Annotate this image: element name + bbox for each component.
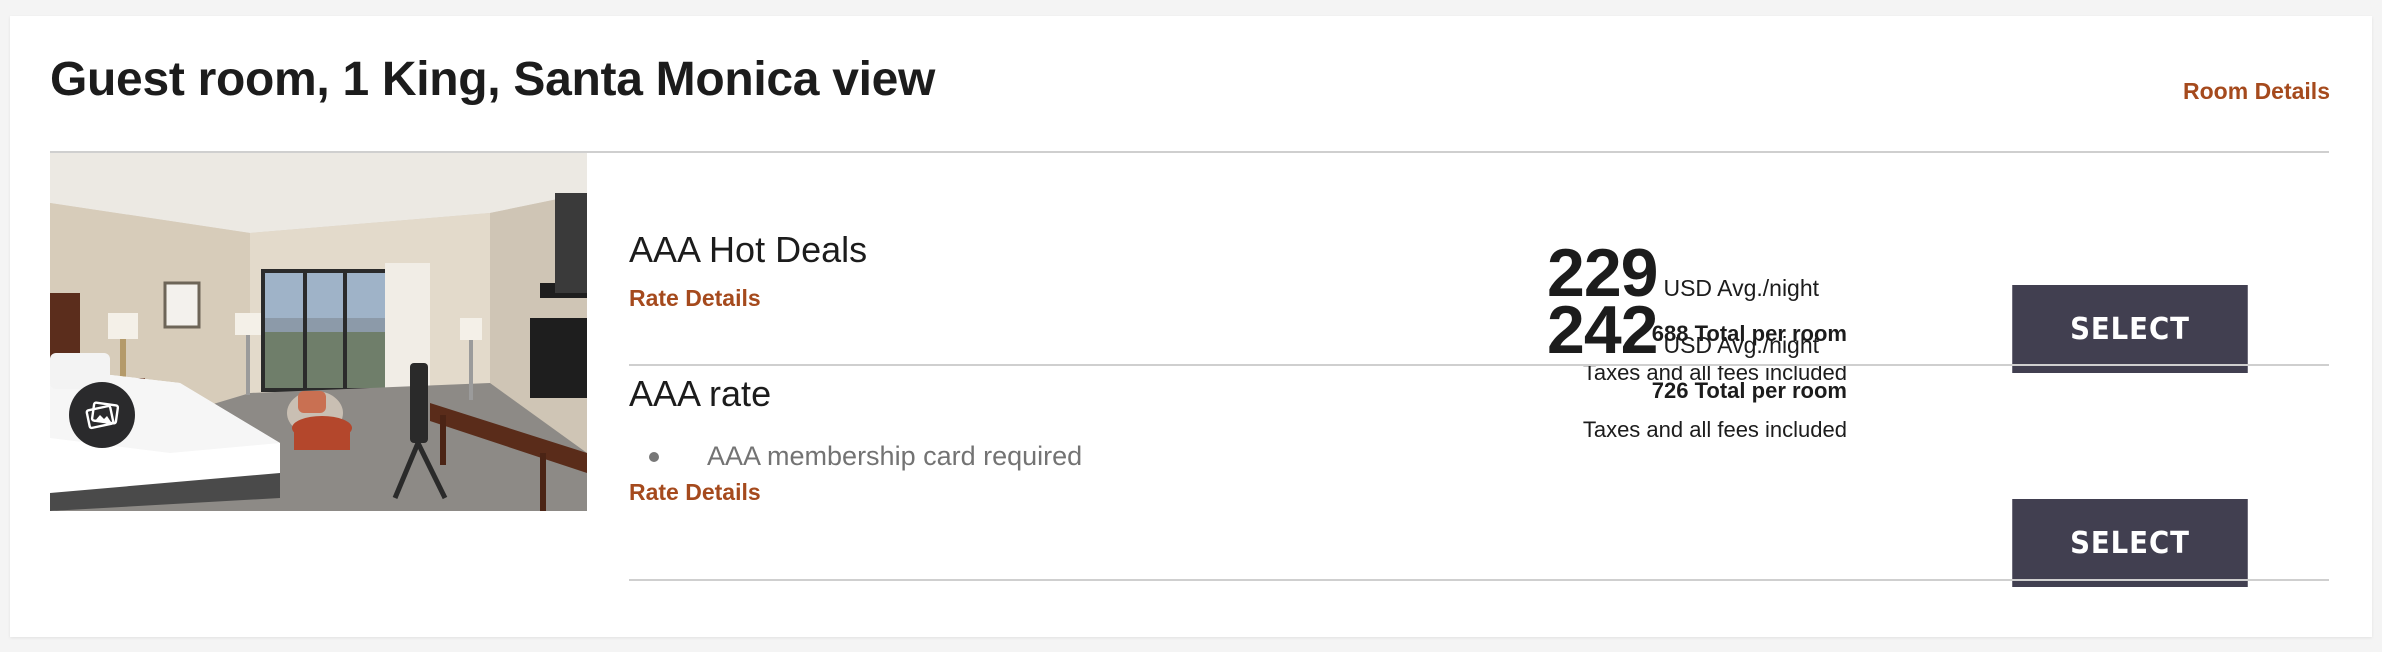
- price-amount: 242: [1547, 292, 1658, 368]
- rate-divider: [629, 364, 2329, 366]
- rate-divider: [629, 579, 2329, 581]
- room-photo[interactable]: [50, 153, 587, 511]
- rate-requirement: AAA membership card required: [649, 441, 1082, 472]
- rate-name: AAA Hot Deals: [629, 229, 868, 270]
- price-unit: USD Avg./night: [1663, 332, 1820, 358]
- requirement-text: AAA membership card required: [707, 441, 1083, 471]
- rate-name: AAA rate: [629, 373, 772, 414]
- rate-details-link[interactable]: Rate Details: [629, 285, 761, 312]
- rate-row-aaa-hot-deals: AAA Hot Deals Rate Details 229 USD Avg./…: [629, 153, 2329, 385]
- total-amount: 726: [1651, 378, 1689, 403]
- select-button[interactable]: SELECT: [2012, 285, 2248, 373]
- room-card: Guest room, 1 King, Santa Monica view Ro…: [10, 16, 2372, 637]
- photo-gallery-button[interactable]: [69, 382, 135, 448]
- room-title: Guest room, 1 King, Santa Monica view: [50, 53, 936, 106]
- taxes-note: Taxes and all fees included: [1582, 417, 1847, 442]
- price-block: 242 USD Avg./night 726 Total per room Ta…: [1547, 282, 1847, 443]
- room-photo-image: [50, 153, 587, 511]
- select-button[interactable]: SELECT: [2012, 499, 2248, 587]
- rate-details-link[interactable]: Rate Details: [629, 479, 761, 506]
- total-per-room: 726 Total per room: [1547, 378, 1847, 404]
- image-gallery-icon: [85, 401, 119, 430]
- total-label: Total per room: [1694, 378, 1847, 403]
- rate-row-aaa-rate: AAA rate AAA membership card required Ra…: [629, 296, 2329, 587]
- room-details-link[interactable]: Room Details: [2183, 78, 2330, 105]
- bullet-icon: [649, 451, 659, 462]
